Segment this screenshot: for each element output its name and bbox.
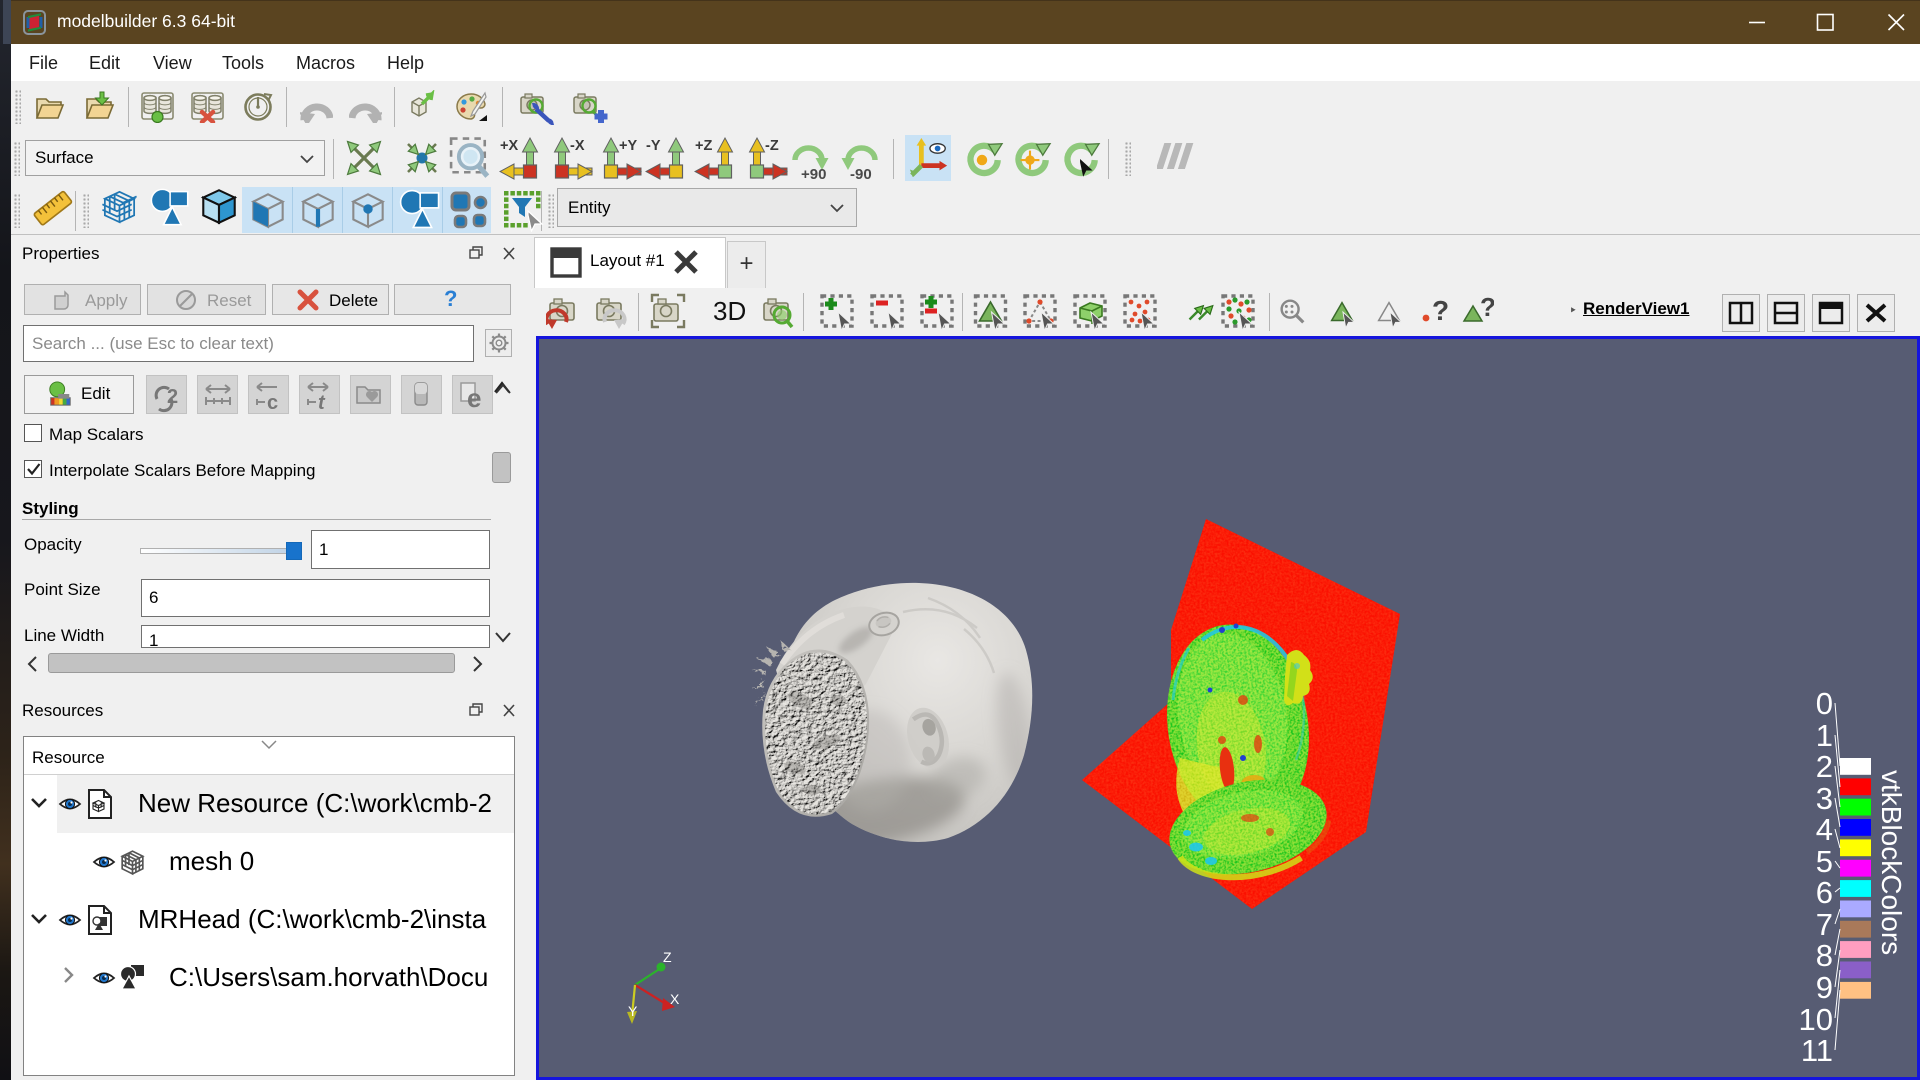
svg-text:+Y: +Y xyxy=(619,138,637,154)
svg-text:8: 8 xyxy=(1816,938,1833,973)
svg-text:vtkBlockColors: vtkBlockColors xyxy=(1876,770,1907,955)
svg-text:+Z: +Z xyxy=(695,138,712,154)
svg-text:0: 0 xyxy=(1816,686,1833,721)
svg-text:2: 2 xyxy=(1816,749,1833,784)
svg-text:+X: +X xyxy=(500,138,518,154)
svg-text:-Y: -Y xyxy=(646,138,661,154)
svg-text:X: X xyxy=(670,991,680,1007)
svg-text:Z: Z xyxy=(663,949,672,965)
svg-text:6: 6 xyxy=(1816,875,1833,910)
svg-text:?: ? xyxy=(1480,292,1494,322)
svg-text:t: t xyxy=(318,392,326,413)
svg-text:5: 5 xyxy=(1816,844,1833,879)
svg-text:1: 1 xyxy=(1816,718,1833,753)
svg-text:-90: -90 xyxy=(850,166,872,181)
svg-text:2: 2 xyxy=(167,386,178,408)
svg-text:?: ? xyxy=(1432,295,1449,326)
svg-text:7: 7 xyxy=(1816,907,1833,942)
svg-text:+90: +90 xyxy=(801,166,826,181)
svg-text:10: 10 xyxy=(1799,1002,1833,1037)
svg-text:e: e xyxy=(467,383,481,413)
svg-text:c: c xyxy=(267,392,278,413)
svg-text:9: 9 xyxy=(1816,970,1833,1005)
svg-text:3: 3 xyxy=(1816,781,1833,816)
svg-text:-Z: -Z xyxy=(765,138,779,154)
svg-text:-X: -X xyxy=(570,138,585,154)
svg-text:Y: Y xyxy=(628,1003,638,1019)
svg-text:4: 4 xyxy=(1816,812,1833,847)
svg-text:11: 11 xyxy=(1801,1033,1833,1068)
